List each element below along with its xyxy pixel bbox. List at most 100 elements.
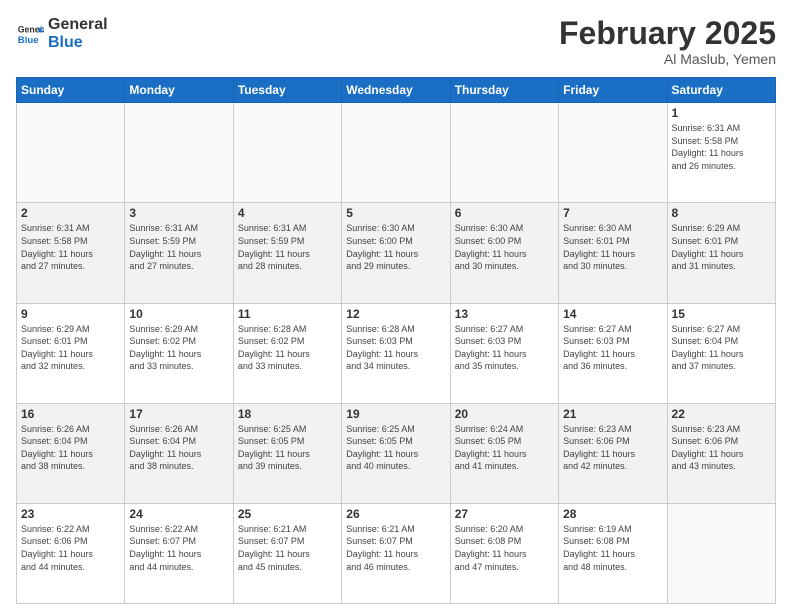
day-info: Sunrise: 6:21 AM Sunset: 6:07 PM Dayligh… [238,523,337,573]
calendar-cell: 17 Sunrise: 6:26 AM Sunset: 6:04 PM Dayli… [125,403,233,503]
col-header-thursday: Thursday [450,78,558,103]
day-number: 5 [346,206,445,220]
calendar-cell: 4 Sunrise: 6:31 AM Sunset: 5:59 PM Daylig… [233,203,341,303]
day-number: 19 [346,407,445,421]
calendar-cell: 22 Sunrise: 6:23 AM Sunset: 6:06 PM Dayli… [667,403,775,503]
day-info: Sunrise: 6:29 AM Sunset: 6:02 PM Dayligh… [129,323,228,373]
day-number: 15 [672,307,771,321]
calendar-cell: 23 Sunrise: 6:22 AM Sunset: 6:06 PM Dayli… [17,503,125,603]
calendar-cell: 3Sunrise: 6:31 AM Sunset: 5:59 PM Daylig… [125,203,233,303]
calendar-cell [17,103,125,203]
day-number: 17 [129,407,228,421]
day-info: Sunrise: 6:22 AM Sunset: 6:06 PM Dayligh… [21,523,120,573]
title-block: February 2025 Al Maslub, Yemen [559,16,776,67]
day-info: Sunrise: 6:31 AM Sunset: 5:58 PM Dayligh… [672,122,771,172]
day-info: Sunrise: 6:19 AM Sunset: 6:08 PM Dayligh… [563,523,662,573]
day-number: 12 [346,307,445,321]
calendar-cell: 10Sunrise: 6:29 AM Sunset: 6:02 PM Dayli… [125,303,233,403]
day-info: Sunrise: 6:31 AM Sunset: 5:58 PM Dayligh… [21,222,120,272]
day-info: Sunrise: 6:21 AM Sunset: 6:07 PM Dayligh… [346,523,445,573]
day-number: 24 [129,507,228,521]
day-info: Sunrise: 6:26 AM Sunset: 6:04 PM Dayligh… [129,423,228,473]
day-number: 26 [346,507,445,521]
calendar-cell: 27Sunrise: 6:20 AM Sunset: 6:08 PM Dayli… [450,503,558,603]
col-header-sunday: Sunday [17,78,125,103]
calendar-header-row: SundayMondayTuesdayWednesdayThursdayFrid… [17,78,776,103]
day-number: 4 [238,206,337,220]
calendar-cell [450,103,558,203]
calendar-cell: 8 Sunrise: 6:29 AM Sunset: 6:01 PM Daylig… [667,203,775,303]
calendar-week-row: 23 Sunrise: 6:22 AM Sunset: 6:06 PM Dayli… [17,503,776,603]
day-info: Sunrise: 6:28 AM Sunset: 6:03 PM Dayligh… [346,323,445,373]
day-number: 9 [21,307,120,321]
col-header-saturday: Saturday [667,78,775,103]
day-number: 16 [21,407,120,421]
col-header-wednesday: Wednesday [342,78,450,103]
logo-icon: General Blue [16,20,44,48]
day-info: Sunrise: 6:29 AM Sunset: 6:01 PM Dayligh… [672,222,771,272]
day-number: 25 [238,507,337,521]
logo-blue: Blue [48,34,108,52]
day-number: 20 [455,407,554,421]
day-info: Sunrise: 6:29 AM Sunset: 6:01 PM Dayligh… [21,323,120,373]
day-info: Sunrise: 6:24 AM Sunset: 6:05 PM Dayligh… [455,423,554,473]
day-info: Sunrise: 6:31 AM Sunset: 5:59 PM Dayligh… [238,222,337,272]
calendar-cell [233,103,341,203]
day-info: Sunrise: 6:25 AM Sunset: 6:05 PM Dayligh… [238,423,337,473]
calendar-cell: 18 Sunrise: 6:25 AM Sunset: 6:05 PM Dayli… [233,403,341,503]
calendar-cell: 15 Sunrise: 6:27 AM Sunset: 6:04 PM Dayli… [667,303,775,403]
calendar-title: February 2025 [559,16,776,51]
col-header-monday: Monday [125,78,233,103]
day-number: 6 [455,206,554,220]
svg-text:Blue: Blue [18,34,39,45]
day-number: 2 [21,206,120,220]
calendar-cell: 1 Sunrise: 6:31 AM Sunset: 5:58 PM Daylig… [667,103,775,203]
calendar-table: SundayMondayTuesdayWednesdayThursdayFrid… [16,77,776,604]
calendar-cell: 20 Sunrise: 6:24 AM Sunset: 6:05 PM Dayli… [450,403,558,503]
calendar-week-row: 1 Sunrise: 6:31 AM Sunset: 5:58 PM Daylig… [17,103,776,203]
calendar-cell: 13 Sunrise: 6:27 AM Sunset: 6:03 PM Dayli… [450,303,558,403]
day-info: Sunrise: 6:23 AM Sunset: 6:06 PM Dayligh… [563,423,662,473]
day-number: 7 [563,206,662,220]
day-info: Sunrise: 6:30 AM Sunset: 6:01 PM Dayligh… [563,222,662,272]
calendar-cell: 7 Sunrise: 6:30 AM Sunset: 6:01 PM Daylig… [559,203,667,303]
day-number: 13 [455,307,554,321]
calendar-cell: 16 Sunrise: 6:26 AM Sunset: 6:04 PM Dayli… [17,403,125,503]
day-number: 11 [238,307,337,321]
calendar-cell: 26 Sunrise: 6:21 AM Sunset: 6:07 PM Dayli… [342,503,450,603]
col-header-tuesday: Tuesday [233,78,341,103]
day-info: Sunrise: 6:20 AM Sunset: 6:08 PM Dayligh… [455,523,554,573]
day-info: Sunrise: 6:23 AM Sunset: 6:06 PM Dayligh… [672,423,771,473]
calendar-cell [342,103,450,203]
calendar-week-row: 16 Sunrise: 6:26 AM Sunset: 6:04 PM Dayli… [17,403,776,503]
day-number: 1 [672,106,771,120]
calendar-cell: 21 Sunrise: 6:23 AM Sunset: 6:06 PM Dayli… [559,403,667,503]
day-info: Sunrise: 6:30 AM Sunset: 6:00 PM Dayligh… [455,222,554,272]
calendar-week-row: 2 Sunrise: 6:31 AM Sunset: 5:58 PM Daylig… [17,203,776,303]
day-number: 8 [672,206,771,220]
day-info: Sunrise: 6:27 AM Sunset: 6:03 PM Dayligh… [455,323,554,373]
calendar-cell [559,103,667,203]
calendar-cell: 14Sunrise: 6:27 AM Sunset: 6:03 PM Dayli… [559,303,667,403]
calendar-cell: 11 Sunrise: 6:28 AM Sunset: 6:02 PM Dayli… [233,303,341,403]
calendar-cell: 5Sunrise: 6:30 AM Sunset: 6:00 PM Daylig… [342,203,450,303]
day-info: Sunrise: 6:26 AM Sunset: 6:04 PM Dayligh… [21,423,120,473]
logo-general: General [48,16,108,34]
header: General Blue General Blue February 2025 … [16,16,776,67]
day-number: 14 [563,307,662,321]
day-info: Sunrise: 6:27 AM Sunset: 6:04 PM Dayligh… [672,323,771,373]
logo: General Blue General Blue [16,16,108,51]
col-header-friday: Friday [559,78,667,103]
day-number: 3 [129,206,228,220]
day-number: 21 [563,407,662,421]
calendar-cell: 25 Sunrise: 6:21 AM Sunset: 6:07 PM Dayli… [233,503,341,603]
day-number: 22 [672,407,771,421]
day-info: Sunrise: 6:28 AM Sunset: 6:02 PM Dayligh… [238,323,337,373]
calendar-cell [667,503,775,603]
calendar-cell: 2 Sunrise: 6:31 AM Sunset: 5:58 PM Daylig… [17,203,125,303]
day-number: 18 [238,407,337,421]
page: General Blue General Blue February 2025 … [0,0,792,612]
day-number: 23 [21,507,120,521]
calendar-cell: 9 Sunrise: 6:29 AM Sunset: 6:01 PM Daylig… [17,303,125,403]
calendar-week-row: 9 Sunrise: 6:29 AM Sunset: 6:01 PM Daylig… [17,303,776,403]
